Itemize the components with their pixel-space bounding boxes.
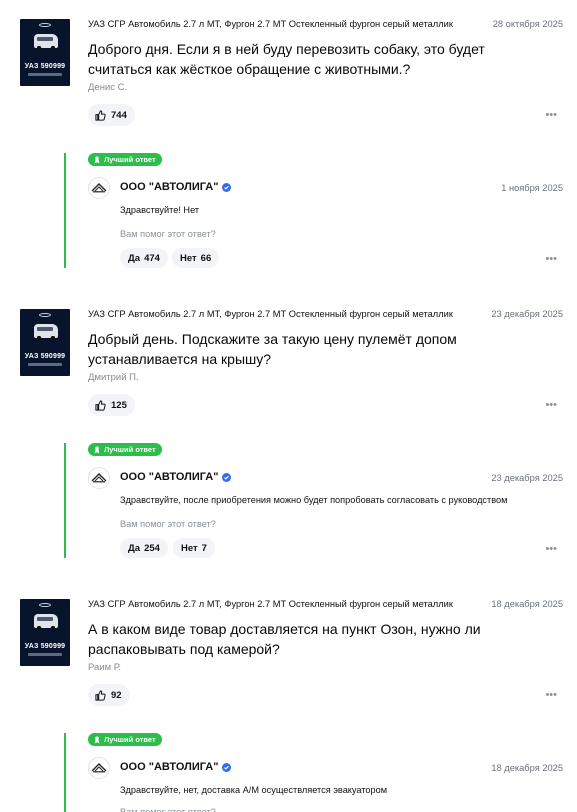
answer-divider [64, 153, 66, 268]
question-text: Доброго дня. Если я в ней буду перевозит… [88, 41, 485, 77]
question-item: УАЗ 590999 УАЗ СГР Автомобиль 2.7 л МТ, … [0, 599, 577, 812]
answer-text: Здравствуйте, нет, доставка А/М осуществ… [120, 785, 388, 795]
question-date: 23 декабря 2025 [491, 309, 563, 319]
question-item: УАЗ 590999 УАЗ СГР Автомобиль 2.7 л МТ, … [0, 309, 577, 559]
verified-icon [222, 472, 232, 482]
like-button[interactable]: 744 [88, 104, 135, 126]
best-answer-icon [94, 736, 100, 743]
like-icon [95, 109, 106, 121]
question-date: 18 декабря 2025 [491, 599, 563, 609]
product-thumbnail[interactable]: УАЗ 590999 [20, 309, 70, 376]
thumbnail-price: УАЗ 590999 [24, 643, 66, 650]
product-thumbnail[interactable]: УАЗ 590999 [20, 19, 70, 86]
brand-logo-icon [39, 23, 51, 27]
best-answer-badge: Лучший ответ [88, 733, 162, 746]
verified-icon [222, 182, 232, 192]
best-answer-badge: Лучший ответ [88, 443, 162, 456]
best-answer-icon [94, 446, 100, 453]
brand-logo-icon [39, 603, 51, 607]
van-image [34, 324, 58, 340]
van-image [34, 614, 58, 630]
more-icon[interactable]: ••• [545, 254, 557, 265]
best-answer-icon [94, 156, 100, 163]
helpful-question: Вам помог этот ответ? [120, 519, 216, 529]
vote-no-button[interactable]: Нет 66 [172, 248, 220, 268]
seller-avatar[interactable] [88, 467, 110, 489]
seller-name[interactable]: ООО "АВТОЛИГА" [120, 761, 232, 773]
seller-avatar[interactable] [88, 757, 110, 779]
answer-date: 1 ноября 2025 [501, 183, 563, 193]
answer-divider [64, 733, 66, 812]
like-icon [95, 689, 106, 701]
question-author: Денис С. [88, 82, 128, 93]
seller-logo-icon [91, 183, 107, 193]
answer-date: 23 декабря 2025 [491, 473, 563, 483]
van-image [34, 34, 58, 50]
best-answer-badge: Лучший ответ [88, 153, 162, 166]
helpful-question: Вам помог этот ответ? [120, 229, 216, 239]
like-count: 92 [111, 689, 122, 701]
product-thumbnail[interactable]: УАЗ 590999 [20, 599, 70, 666]
like-button[interactable]: 125 [88, 394, 135, 416]
seller-avatar[interactable] [88, 177, 110, 199]
more-icon[interactable]: ••• [545, 110, 557, 121]
answer-date: 18 декабря 2025 [491, 763, 563, 773]
more-icon[interactable]: ••• [545, 400, 557, 411]
product-name[interactable]: УАЗ СГР Автомобиль 2.7 л МТ, Фургон 2.7 … [88, 19, 453, 29]
answer-text: Здравствуйте, после приобретения можно б… [120, 495, 508, 505]
like-count: 125 [111, 399, 127, 411]
question-text: Добрый день. Подскажите за такую цену пу… [88, 331, 457, 367]
answer-text: Здравствуйте! Нет [120, 205, 200, 215]
vote-yes-button[interactable]: Да 474 [120, 248, 168, 268]
question-text: А в каком виде товар доставляется на пун… [88, 621, 481, 657]
verified-icon [222, 762, 232, 772]
seller-name[interactable]: ООО "АВТОЛИГА" [120, 471, 232, 483]
like-count: 744 [111, 109, 127, 121]
seller-logo-icon [91, 763, 107, 773]
vote-no-button[interactable]: Нет 7 [173, 538, 215, 558]
more-icon[interactable]: ••• [545, 690, 557, 701]
product-name[interactable]: УАЗ СГР Автомобиль 2.7 л МТ, Фургон 2.7 … [88, 309, 453, 319]
product-name[interactable]: УАЗ СГР Автомобиль 2.7 л МТ, Фургон 2.7 … [88, 599, 453, 609]
answer-divider [64, 443, 66, 558]
question-item: УАЗ 590999 УАЗ СГР Автомобиль 2.7 л МТ, … [0, 19, 577, 269]
brand-logo-icon [39, 313, 51, 317]
thumbnail-price: УАЗ 590999 [24, 63, 66, 70]
vote-yes-button[interactable]: Да 254 [120, 538, 168, 558]
like-icon [95, 399, 106, 411]
thumbnail-price: УАЗ 590999 [24, 353, 66, 360]
question-author: Раим Р. [88, 662, 121, 673]
more-icon[interactable]: ••• [545, 544, 557, 555]
question-author: Дмитрий П. [88, 372, 139, 383]
like-button[interactable]: 92 [88, 684, 130, 706]
question-date: 28 октября 2025 [492, 19, 563, 29]
helpful-question: Вам помог этот ответ? [120, 807, 216, 812]
seller-name[interactable]: ООО "АВТОЛИГА" [120, 181, 232, 193]
seller-logo-icon [91, 473, 107, 483]
